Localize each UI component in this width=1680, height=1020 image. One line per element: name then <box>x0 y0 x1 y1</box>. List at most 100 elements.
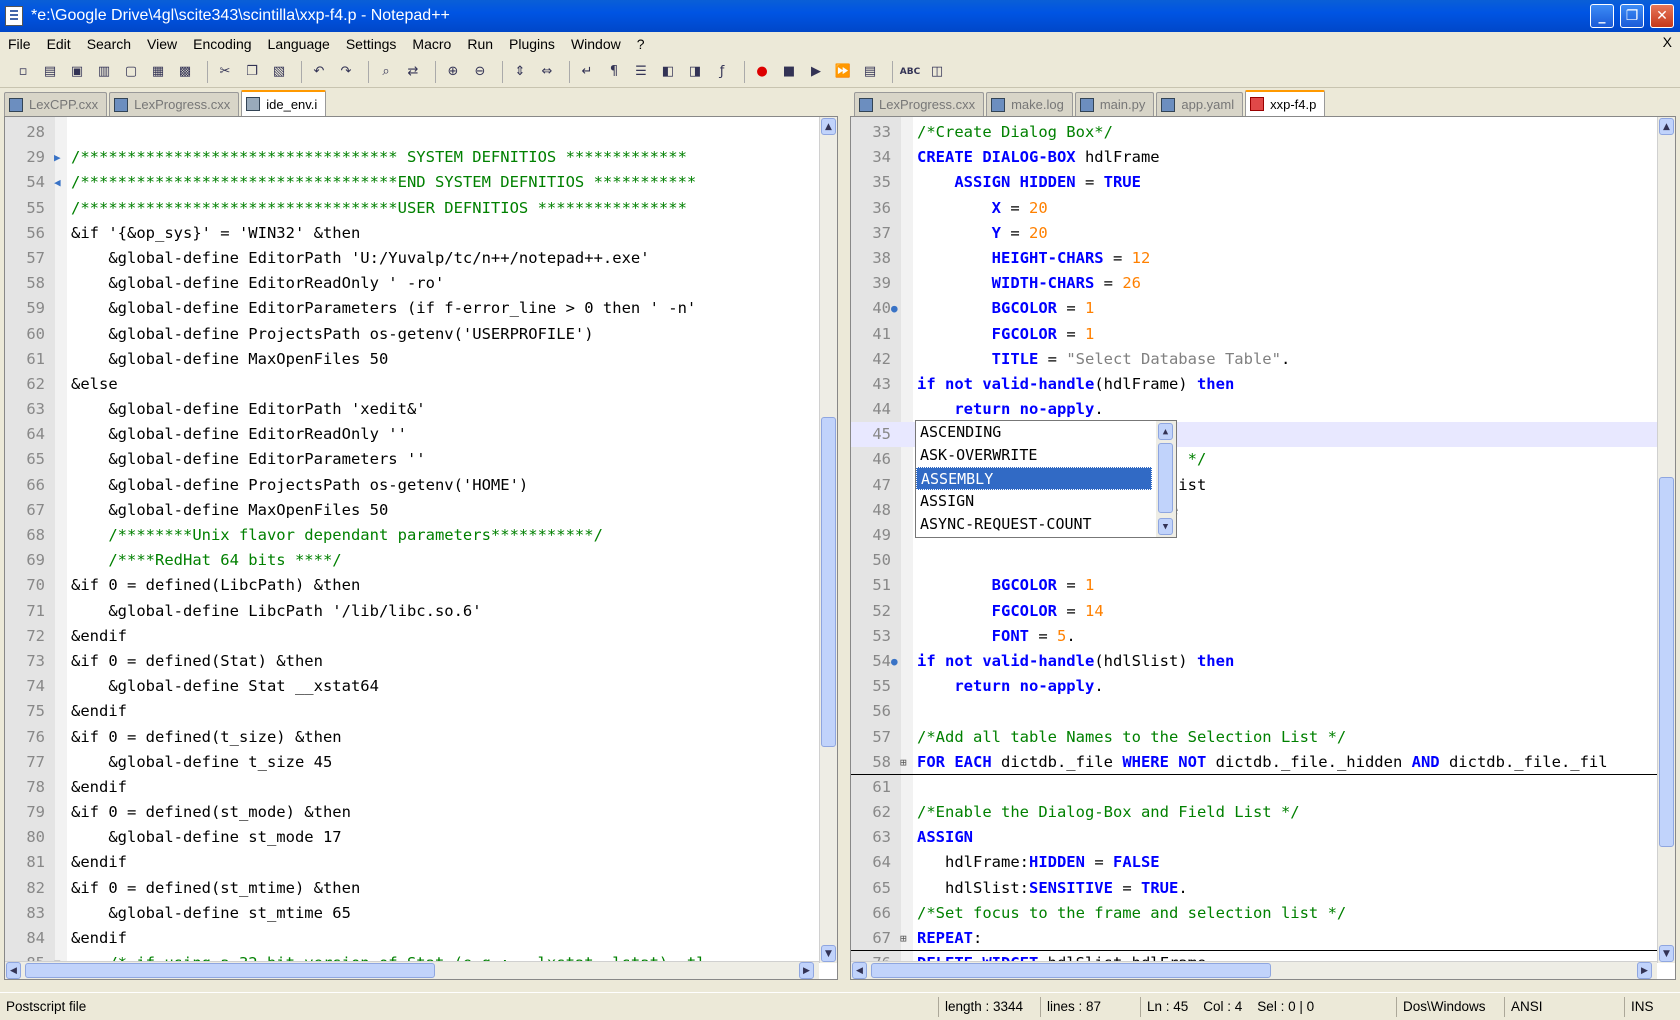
play-macro-icon[interactable]: ▶ <box>805 61 827 83</box>
function-list-icon[interactable]: ƒ <box>711 61 733 83</box>
pane-splitter[interactable] <box>838 90 850 990</box>
menu-language[interactable]: Language <box>260 32 338 56</box>
word-wrap-icon[interactable]: ↵ <box>576 61 598 83</box>
scroll-thumb[interactable] <box>25 963 435 978</box>
code-line[interactable]: 41 FGCOLOR = 1 <box>851 322 1657 347</box>
sync-horizontal-icon[interactable]: ⇔ <box>536 61 558 83</box>
code-line[interactable]: 66 /*Set focus to the frame and selection… <box>851 901 1657 926</box>
maximize-button[interactable]: ❐ <box>1620 4 1644 28</box>
code-line[interactable]: 63 &global-define EditorPath 'xedit&' <box>5 397 819 422</box>
code-line[interactable]: 83 &global-define st_mtime 65 <box>5 901 819 926</box>
code-line[interactable]: 58 ⊞ FOR EACH dictdb._file WHERE NOT dictd… <box>851 750 1657 775</box>
spell-check-icon[interactable]: ABC <box>899 61 921 83</box>
code-line[interactable]: 65 hdlSlist:SENSITIVE = TRUE. <box>851 876 1657 901</box>
right-horizontal-scrollbar[interactable]: ◀ ▶ <box>851 961 1657 979</box>
code-line[interactable]: 75 &endif <box>5 699 819 724</box>
scroll-thumb[interactable] <box>871 963 1271 978</box>
left-editor[interactable]: 28 29 ▶ /**********************************… <box>4 116 838 980</box>
code-line[interactable]: 53 FONT = 5. <box>851 624 1657 649</box>
right-editor[interactable]: 33 /*Create Dialog Box*/ 34 CREATE DIALOG-B… <box>850 116 1676 980</box>
code-line[interactable]: 70 &if 0 = defined(LibcPath) &then <box>5 573 819 598</box>
code-line[interactable]: 58 &global-define EditorReadOnly ' -ro' <box>5 271 819 296</box>
print-icon[interactable]: ▩ <box>174 61 196 83</box>
fold-marker-icon[interactable]: ⊞ <box>900 750 907 775</box>
tab-main-py[interactable]: main.py <box>1074 92 1155 116</box>
code-line[interactable]: 69 /****RedHat 64 bits ****/ <box>5 548 819 573</box>
scroll-thumb[interactable] <box>1659 477 1674 847</box>
find-icon[interactable]: ⌕ <box>375 61 397 83</box>
tab-make-log[interactable]: make.log <box>986 92 1073 116</box>
code-line[interactable]: 40 ● BGCOLOR = 1 <box>851 296 1657 321</box>
right-vertical-scrollbar[interactable]: ▲ ▼ <box>1657 117 1675 963</box>
code-line[interactable]: 81 &endif <box>5 850 819 875</box>
code-line[interactable]: 66 &global-define ProjectsPath os-getenv… <box>5 473 819 498</box>
menu-help[interactable]: ? <box>629 32 653 56</box>
code-line[interactable]: 64 &global-define EditorReadOnly '' <box>5 422 819 447</box>
code-line[interactable]: 60 &global-define ProjectsPath os-getenv… <box>5 322 819 347</box>
right-code-area[interactable]: 33 /*Create Dialog Box*/ 34 CREATE DIALOG-B… <box>851 120 1657 979</box>
plugin-icon[interactable]: ◫ <box>926 61 948 83</box>
close-file-icon[interactable]: ▢ <box>120 61 142 83</box>
code-line[interactable]: 50 <box>851 548 1657 573</box>
minimize-button[interactable]: _ <box>1590 4 1614 28</box>
close-all-icon[interactable]: ▦ <box>147 61 169 83</box>
code-line[interactable]: 54 ◀ /**********************************EN… <box>5 170 819 195</box>
autocomplete-item[interactable]: ASCENDING <box>916 421 1152 444</box>
scroll-left-arrow[interactable]: ◀ <box>852 962 867 979</box>
code-line[interactable]: 74 &global-define Stat __xstat64 <box>5 674 819 699</box>
close-document-button[interactable]: X <box>1663 34 1672 50</box>
code-line[interactable]: 37 Y = 20 <box>851 221 1657 246</box>
code-line[interactable]: 68 /********Unix flavor dependant parame… <box>5 523 819 548</box>
code-line[interactable]: 28 <box>5 120 819 145</box>
left-code-area[interactable]: 28 29 ▶ /**********************************… <box>5 120 819 976</box>
cut-icon[interactable]: ✂ <box>214 61 236 83</box>
fold-marker-icon[interactable]: ◀ <box>54 170 61 195</box>
code-line[interactable]: 78 &endif <box>5 775 819 800</box>
scroll-down-arrow[interactable]: ▼ <box>1158 518 1173 535</box>
redo-icon[interactable]: ↷ <box>335 61 357 83</box>
bookmark-icon[interactable]: ● <box>891 649 898 674</box>
scroll-down-arrow[interactable]: ▼ <box>1659 945 1674 962</box>
code-line[interactable]: 61 <box>851 775 1657 800</box>
code-line[interactable]: 61 &global-define MaxOpenFiles 50 <box>5 347 819 372</box>
code-line[interactable]: 29 ▶ /********************************** S… <box>5 145 819 170</box>
code-line[interactable]: 76 &if 0 = defined(t_size) &then <box>5 725 819 750</box>
zoom-out-icon[interactable]: ⊖ <box>469 61 491 83</box>
save-icon[interactable]: ▣ <box>66 61 88 83</box>
language-icon[interactable]: ◧ <box>657 61 679 83</box>
scroll-up-arrow[interactable]: ▲ <box>821 118 836 135</box>
scroll-right-arrow[interactable]: ▶ <box>1637 962 1652 979</box>
sync-vertical-icon[interactable]: ⇕ <box>509 61 531 83</box>
autocomplete-item[interactable]: ASSIGN <box>916 490 1152 513</box>
code-line[interactable]: 35 ASSIGN HIDDEN = TRUE <box>851 170 1657 195</box>
code-line[interactable]: 71 &global-define LibcPath '/lib/libc.so… <box>5 599 819 624</box>
code-line[interactable]: 38 HEIGHT-CHARS = 12 <box>851 246 1657 271</box>
copy-icon[interactable]: ❐ <box>241 61 263 83</box>
doc-map-icon[interactable]: ◨ <box>684 61 706 83</box>
menu-search[interactable]: Search <box>79 32 139 56</box>
code-line[interactable]: 39 WIDTH-CHARS = 26 <box>851 271 1657 296</box>
code-line[interactable]: 65 &global-define EditorParameters '' <box>5 447 819 472</box>
menu-file[interactable]: File <box>0 32 39 56</box>
fold-marker-icon[interactable]: ⊞ <box>900 926 907 951</box>
undo-icon[interactable]: ↶ <box>308 61 330 83</box>
code-line[interactable]: 67 &global-define MaxOpenFiles 50 <box>5 498 819 523</box>
code-line[interactable]: 56 <box>851 699 1657 724</box>
autocomplete-scrollbar[interactable]: ▲ ▼ <box>1156 421 1176 537</box>
code-line[interactable]: 33 /*Create Dialog Box*/ <box>851 120 1657 145</box>
menu-edit[interactable]: Edit <box>39 32 79 56</box>
menu-window[interactable]: Window <box>563 32 629 56</box>
code-line[interactable]: 67 ⊞ REPEAT: <box>851 926 1657 952</box>
code-line[interactable]: 79 &if 0 = defined(st_mode) &then <box>5 800 819 825</box>
code-line[interactable]: 43 if not valid-handle(hdlFrame) then <box>851 372 1657 397</box>
run-macro-multiple-icon[interactable]: ⏩ <box>832 61 854 83</box>
code-line[interactable]: 77 &global-define t_size 45 <box>5 750 819 775</box>
code-line[interactable]: 64 hdlFrame:HIDDEN = FALSE <box>851 850 1657 875</box>
autocomplete-item[interactable]: ASSEMBLY <box>916 467 1152 490</box>
menu-macro[interactable]: Macro <box>404 32 459 56</box>
record-macro-icon[interactable]: ● <box>751 61 773 83</box>
paste-icon[interactable]: ▧ <box>268 61 290 83</box>
left-horizontal-scrollbar[interactable]: ◀ ▶ <box>5 961 819 979</box>
scroll-thumb[interactable] <box>1158 443 1173 513</box>
menu-encoding[interactable]: Encoding <box>185 32 259 56</box>
